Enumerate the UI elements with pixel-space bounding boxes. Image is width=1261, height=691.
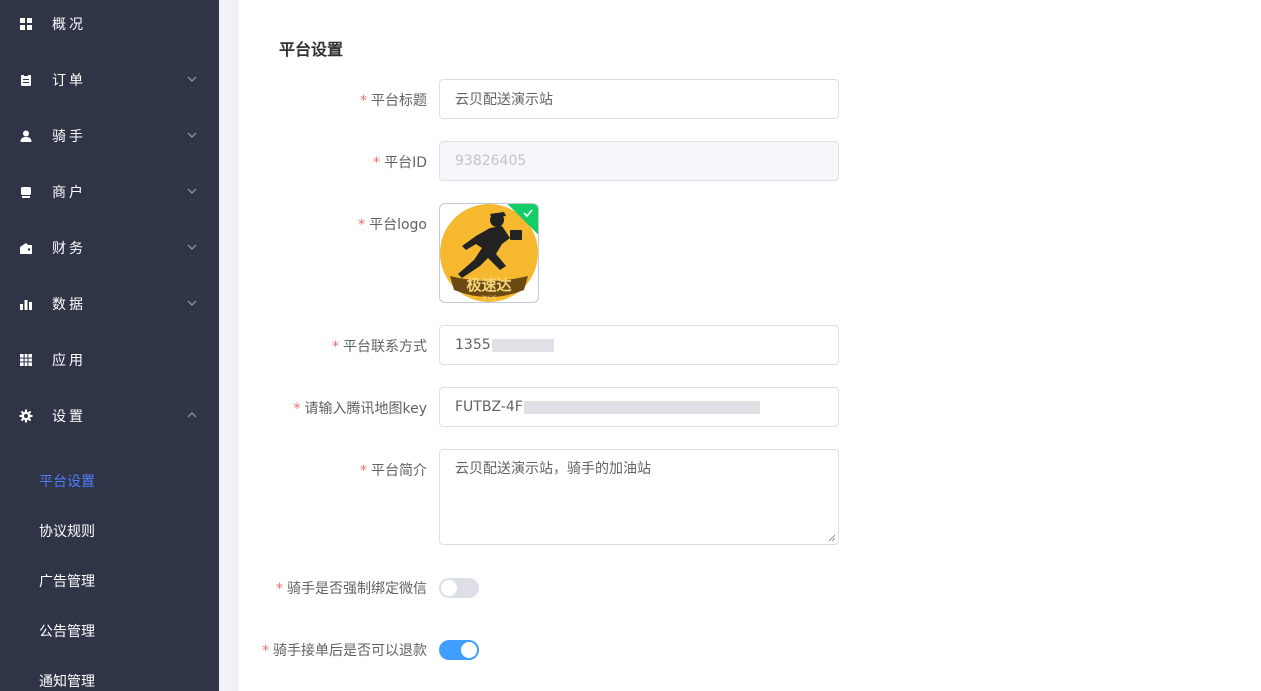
- redacted-mask: [523, 400, 760, 414]
- settings-gear-icon: [19, 409, 33, 423]
- menu-item-riders[interactable]: 骑手: [0, 108, 219, 164]
- submenu-item-label: 通知管理: [39, 674, 95, 690]
- menu-item-label: 数据: [52, 297, 86, 313]
- required-mark: *: [360, 463, 367, 479]
- menu-item-label: 订单: [52, 73, 86, 89]
- submenu-item-ad-management[interactable]: 广告管理: [0, 556, 219, 606]
- data-chart-icon: [20, 300, 32, 310]
- redacted-mask: [491, 338, 554, 352]
- submenu-item-announcement-management[interactable]: 公告管理: [0, 606, 219, 656]
- required-mark: *: [332, 339, 339, 355]
- chevron-up-icon: [187, 412, 197, 418]
- force-bind-wechat-label: * 骑手是否强制绑定微信: [276, 581, 427, 597]
- sidebar: 概况 订单 骑手 商户 财务 数据 应用 设置 平台设置 协议规则 广告管理 公…: [0, 0, 219, 691]
- order-clipboard-icon: [21, 74, 31, 86]
- platform-contact-input[interactable]: 1355: [439, 325, 839, 365]
- submenu-item-label: 平台设置: [39, 474, 95, 490]
- force-bind-wechat-switch[interactable]: [439, 578, 479, 598]
- menu-item-label: 设置: [52, 409, 86, 425]
- platform-intro-label: * 平台简介: [360, 463, 427, 479]
- required-mark: *: [293, 401, 301, 417]
- platform-id-input: 93826405: [439, 141, 839, 181]
- menu-item-merchants[interactable]: 商户: [0, 164, 219, 220]
- menu-item-label: 商户: [52, 185, 86, 201]
- menu-item-orders[interactable]: 订单: [0, 52, 219, 108]
- chevron-down-icon: [187, 76, 197, 82]
- refund-after-accept-switch[interactable]: [439, 640, 479, 660]
- menu-item-label: 概况: [52, 17, 86, 33]
- menu-item-apps[interactable]: 应用: [0, 332, 219, 388]
- chevron-down-icon: [187, 300, 197, 306]
- required-mark: *: [262, 643, 269, 659]
- rider-user-icon: [20, 130, 32, 142]
- logo-subtext: 骑手版: [481, 295, 496, 302]
- submenu-item-platform-settings[interactable]: 平台设置: [0, 456, 219, 506]
- platform-title-input[interactable]: 云贝配送演示站: [439, 79, 839, 119]
- map-key-input[interactable]: FUTBZ-4F: [439, 387, 839, 427]
- menu-item-overview[interactable]: 概况: [0, 0, 219, 52]
- page-title: 平台设置: [279, 40, 344, 59]
- menu-item-data[interactable]: 数据: [0, 276, 219, 332]
- chevron-down-icon: [187, 188, 197, 194]
- platform-intro-textarea[interactable]: 云贝配送演示站，骑手的加油站: [439, 449, 839, 545]
- chevron-down-icon: [187, 244, 197, 250]
- settings-panel: 平台设置 * 平台标题 云贝配送演示站 * 平台ID 93826405 * 平台log…: [239, 0, 1261, 691]
- required-mark: *: [358, 217, 366, 233]
- platform-contact-label: * 平台联系方式: [332, 339, 427, 355]
- finance-wallet-icon: [20, 243, 32, 254]
- submenu-item-notification-management[interactable]: 通知管理: [0, 656, 219, 691]
- menu-item-settings[interactable]: 设置: [0, 388, 219, 444]
- submenu-item-agreement-rules[interactable]: 协议规则: [0, 506, 219, 556]
- platform-logo-label: * 平台logo: [358, 217, 427, 233]
- resize-handle-icon[interactable]: [828, 534, 836, 542]
- platform-id-label: * 平台ID: [373, 155, 427, 171]
- required-mark: *: [276, 581, 283, 597]
- submenu-item-label: 公告管理: [39, 624, 95, 640]
- dashboard-grid-icon: [20, 18, 32, 30]
- required-mark: *: [373, 155, 381, 171]
- submenu-item-label: 广告管理: [39, 574, 95, 590]
- platform-logo-upload[interactable]: 极速达 骑手版: [439, 203, 539, 303]
- map-key-label: * 请输入腾讯地图key: [293, 401, 427, 417]
- submenu-item-label: 协议规则: [39, 524, 95, 540]
- check-icon: [523, 209, 533, 218]
- switch-knob: [441, 580, 457, 596]
- required-mark: *: [360, 93, 367, 109]
- logo-text: 极速达: [466, 276, 511, 294]
- merchant-shop-icon: [21, 187, 31, 198]
- refund-after-accept-label: * 骑手接单后是否可以退款: [262, 643, 427, 659]
- menu-item-label: 骑手: [52, 129, 86, 145]
- apps-grid-icon: [20, 354, 32, 366]
- chevron-down-icon: [187, 132, 197, 138]
- menu-item-label: 财务: [52, 241, 86, 257]
- platform-title-label: * 平台标题: [360, 93, 427, 109]
- switch-knob: [461, 642, 477, 658]
- menu-item-label: 应用: [52, 353, 86, 369]
- menu-item-finance[interactable]: 财务: [0, 220, 219, 276]
